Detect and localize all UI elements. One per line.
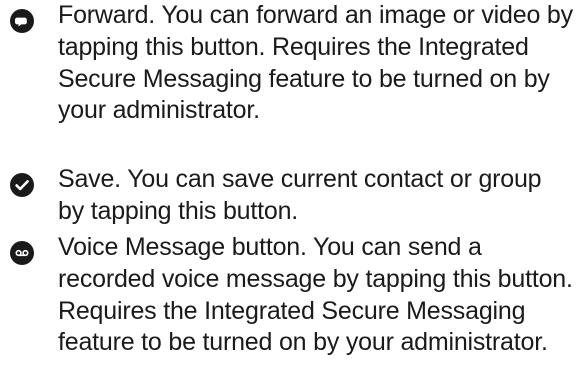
voicemail-icon xyxy=(10,241,34,265)
voice-message-description: Voice Message button. You can send a rec… xyxy=(58,233,573,357)
save-description: Save. You can save current contact or gr… xyxy=(58,165,542,225)
checkmark-icon xyxy=(10,173,34,197)
forward-icon xyxy=(10,9,34,33)
forward-description: Forward. You can forward an image or vid… xyxy=(58,1,573,125)
